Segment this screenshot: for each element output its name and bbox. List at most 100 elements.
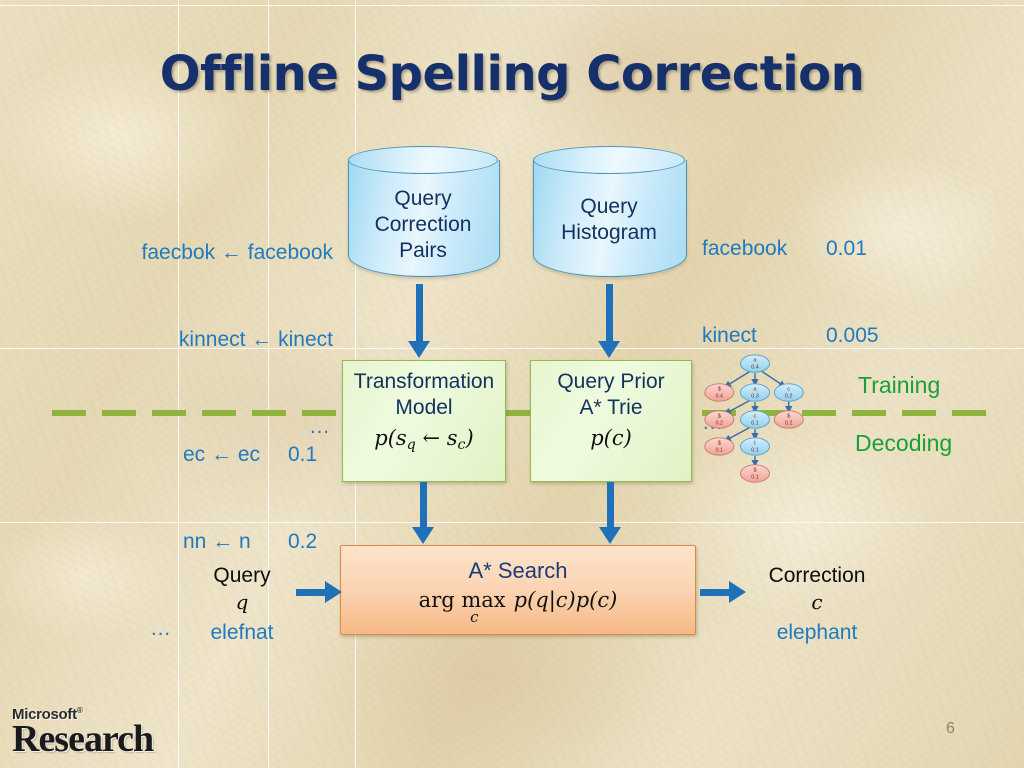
cylinder-label-line: Query	[394, 187, 452, 210]
svg-text:c: c	[754, 414, 757, 420]
prior-formula: p(c)	[590, 426, 632, 450]
model-query-prior-trie[interactable]: Query Prior A* Trie p(c)	[530, 360, 692, 482]
formula-subscript: q	[406, 436, 416, 453]
arrow-head-icon	[598, 341, 620, 358]
output-name: Correction	[768, 564, 866, 587]
histogram-term: facebook	[702, 237, 788, 260]
cylinder-top-ellipse	[348, 146, 498, 174]
svg-text:0.3: 0.3	[751, 393, 758, 399]
slide-canvas: Offline Spelling Correction faecbok ← fa…	[0, 0, 1024, 768]
cylinder-label: Query Correction Pairs	[348, 186, 498, 264]
output-symbol: c	[811, 590, 823, 614]
a-star-search-box[interactable]: A* Search arg max c p(q|c)p(c)	[340, 545, 696, 635]
svg-text:0.1: 0.1	[751, 474, 758, 480]
histogram-row: kinect 0.005	[702, 321, 942, 350]
phase-label-training: Training	[858, 372, 941, 398]
model-transformation-model[interactable]: Transformation Model p(sq ← sc)	[342, 360, 506, 482]
arrow-histogram-to-prior	[597, 284, 621, 358]
formula-part: p(s	[374, 426, 407, 450]
svg-text:0.4: 0.4	[751, 364, 758, 370]
datastore-query-correction-pairs[interactable]: Query Correction Pairs	[348, 146, 500, 280]
arrow-transformation-to-search	[411, 482, 435, 544]
svg-text:c: c	[787, 387, 790, 393]
microsoft-research-logo: Microsoft® Research	[12, 706, 212, 762]
rule-row: ec ← ec 0.1	[150, 440, 330, 469]
trie-node: c0.2	[773, 383, 804, 402]
arrow-shaft	[606, 482, 614, 528]
arrow-shaft	[415, 284, 423, 342]
svg-text:0.2: 0.2	[785, 420, 792, 426]
grid-line-horizontal	[0, 5, 1024, 6]
histogram-term: kinect	[702, 324, 757, 347]
pair-line: faecbok ← facebook	[141, 241, 333, 264]
search-box-formula: arg max c p(q|c)p(c)	[341, 588, 695, 626]
trie-node: c0.1	[740, 410, 770, 429]
svg-text:0.2: 0.2	[716, 420, 723, 426]
box-title-line: A* Trie	[579, 396, 643, 419]
box-title-line: Transformation	[353, 370, 495, 393]
svg-text:0.4: 0.4	[716, 393, 723, 399]
input-name: Query	[213, 564, 271, 587]
cylinder-label: Query Histogram	[533, 194, 685, 246]
transformation-rule-examples: ec ← ec 0.1 nn ← n 0.2 …	[150, 382, 330, 701]
phase-label-decoding: Decoding	[855, 430, 953, 456]
trie-node: a0.4	[740, 354, 770, 373]
cylinder-top-ellipse	[533, 146, 685, 174]
correction-output-label: Correction c elephant	[752, 562, 882, 650]
rule-row: nn ← n 0.2	[150, 527, 330, 556]
cylinder-label-line: Pairs	[399, 239, 447, 262]
input-symbol: q	[235, 590, 249, 614]
logo-word: Research	[12, 718, 154, 760]
arrow-shaft	[419, 482, 427, 528]
trie-nodes: a0.4 $0.4 a0.3 c0.2 $0.2 c0.1 $0.2 $0.1 …	[704, 354, 804, 483]
training-decoding-divider	[52, 410, 1002, 416]
input-example: elefnat	[210, 621, 274, 644]
query-input-label: Query q elefnat	[178, 562, 306, 650]
svg-text:0.1: 0.1	[716, 447, 723, 453]
trie-node: $0.1	[704, 437, 735, 456]
objective-expression: p(q|c)p(c)	[513, 588, 618, 612]
pair-line: kinnect ← kinect	[178, 328, 333, 351]
svg-text:0.1: 0.1	[751, 420, 758, 426]
transformation-formula: p(sq ← sc)	[343, 426, 505, 453]
trie-node: $0.1	[740, 464, 770, 483]
search-box-title: A* Search	[468, 558, 568, 583]
formula-part: )	[465, 426, 474, 450]
a-star-trie-illustration: a 0.4 $0.4 a 0.3 c 0.2 $0.2 c 0.1 $0.2 $0.1 …	[700, 352, 810, 483]
rule-text: ec ← ec	[183, 443, 261, 466]
rule-prob: 0.2	[288, 530, 318, 553]
histogram-prob: 0.01	[826, 237, 867, 260]
argmax-text: arg max	[418, 588, 506, 612]
box-title-line: Query Prior	[557, 370, 665, 393]
trie-node: a0.3	[740, 383, 770, 402]
datastore-query-histogram[interactable]: Query Histogram	[533, 146, 687, 280]
trie-node: $0.2	[704, 410, 735, 429]
trie-node: t0.1	[740, 437, 770, 456]
formula-subscript: c	[457, 436, 466, 453]
box-title-line: Model	[395, 396, 453, 419]
arrow-shaft	[605, 284, 613, 342]
histogram-row: facebook 0.01	[702, 234, 942, 263]
trie-node: $0.2	[773, 410, 804, 429]
argmax-operator: arg max c	[418, 588, 506, 626]
argmax-subscript: c	[470, 608, 479, 626]
arrow-head-icon	[412, 527, 434, 544]
arrow-search-to-correction	[700, 580, 746, 604]
arrow-head-icon	[325, 581, 342, 603]
arrow-head-icon	[408, 341, 430, 358]
cylinder-label-line: Correction	[374, 213, 472, 236]
arrow-head-icon	[729, 581, 746, 603]
logo-trademark: ®	[76, 706, 83, 715]
arrow-shaft	[700, 588, 732, 596]
histogram-prob: 0.005	[826, 324, 879, 347]
arrow-prior-to-search	[598, 482, 622, 544]
trie-svg: a0.4 $0.4 a0.3 c0.2 $0.2 c0.1 $0.2 $0.1 …	[704, 354, 804, 483]
page-number: 6	[946, 720, 955, 737]
rule-text: nn ← n	[183, 530, 251, 553]
svg-text:0.2: 0.2	[785, 393, 792, 399]
trie-node: $0.4	[704, 383, 735, 402]
slide-title: Offline Spelling Correction	[159, 46, 865, 102]
svg-text:0.1: 0.1	[751, 447, 758, 453]
arrow-head-icon	[599, 527, 621, 544]
output-example: elephant	[776, 621, 858, 644]
